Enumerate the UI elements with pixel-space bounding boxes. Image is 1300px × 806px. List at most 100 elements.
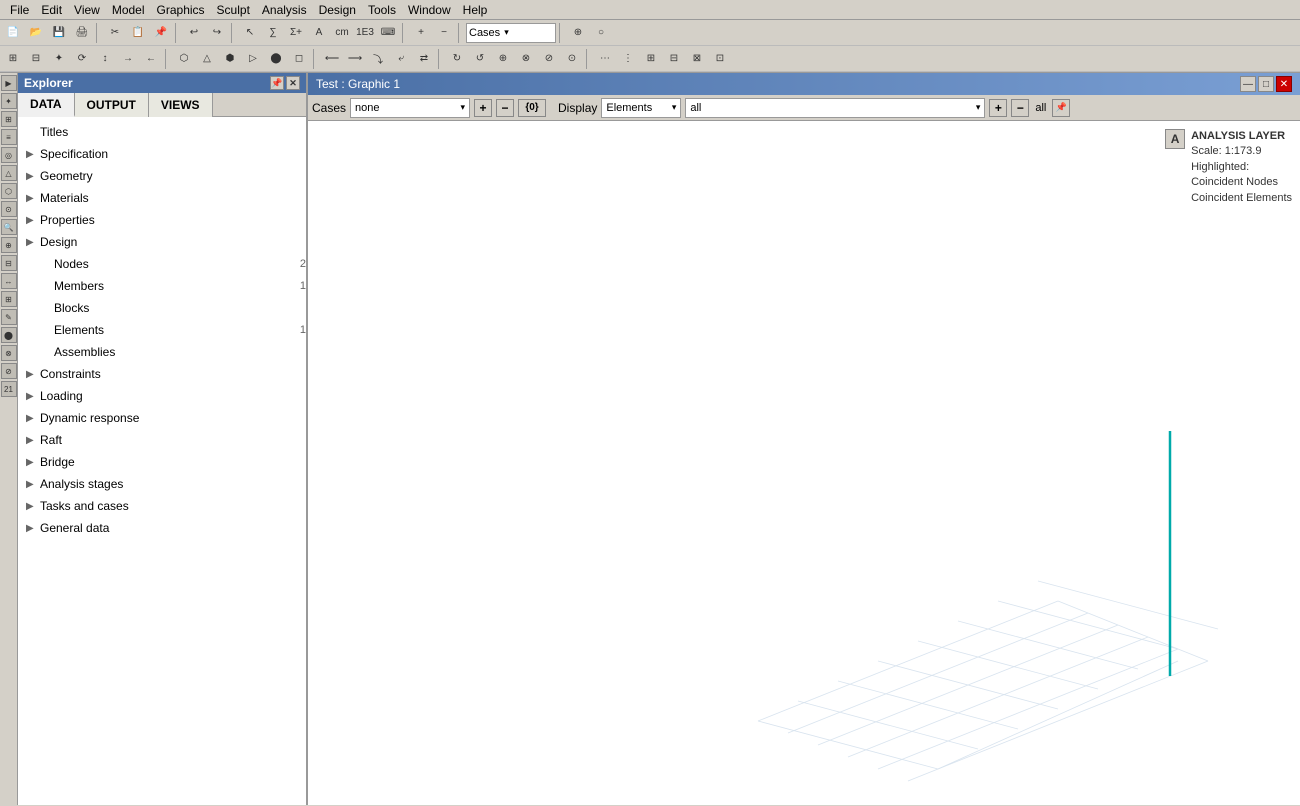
graphic-minimize-btn[interactable]: — <box>1240 76 1256 92</box>
tree-analysis-stages[interactable]: ▶ Analysis stages <box>18 473 306 495</box>
tb2-5[interactable]: ↕ <box>94 48 116 70</box>
tb2-29[interactable]: ⊠ <box>686 48 708 70</box>
tb-new[interactable]: 📄 <box>2 22 24 44</box>
tb-b1[interactable]: ∑ <box>262 22 284 44</box>
tree-constraints[interactable]: ▶ Constraints <box>18 363 306 385</box>
graphic-maximize-btn[interactable]: □ <box>1258 76 1274 92</box>
tree-design[interactable]: ▶ Design <box>18 231 306 253</box>
menu-model[interactable]: Model <box>106 3 151 17</box>
iconbar-6[interactable]: △ <box>1 165 17 181</box>
iconbar-11[interactable]: ⊟ <box>1 255 17 271</box>
tab-views[interactable]: VIEWS <box>149 93 213 117</box>
tb-extra2[interactable]: ○ <box>590 22 612 44</box>
toolbar-dropdown-beam[interactable]: Cases ▾ <box>466 23 556 43</box>
tree-specification[interactable]: ▶ Specification <box>18 143 306 165</box>
menu-analysis[interactable]: Analysis <box>256 3 313 17</box>
tb-b2[interactable]: Σ+ <box>285 22 307 44</box>
tb2-23[interactable]: ⊘ <box>538 48 560 70</box>
tb2-6[interactable]: → <box>117 48 139 70</box>
iconbar-18[interactable]: 21 <box>1 381 17 397</box>
tb2-22[interactable]: ⊗ <box>515 48 537 70</box>
tb-cut[interactable]: ✂ <box>104 22 126 44</box>
all-pin-btn[interactable]: 📌 <box>1052 99 1070 117</box>
tb2-27[interactable]: ⊞ <box>640 48 662 70</box>
iconbar-5[interactable]: ◎ <box>1 147 17 163</box>
tb-paste[interactable]: 📌 <box>150 22 172 44</box>
tree-nodes[interactable]: Nodes 2 <box>18 253 306 275</box>
graphic-close-btn[interactable]: ✕ <box>1276 76 1292 92</box>
tree-dynamic-response[interactable]: ▶ Dynamic response <box>18 407 306 429</box>
explorer-close-btn[interactable]: ✕ <box>286 76 300 90</box>
iconbar-7[interactable]: ⬡ <box>1 183 17 199</box>
tb2-1[interactable]: ⊞ <box>2 48 24 70</box>
iconbar-10[interactable]: ⊕ <box>1 237 17 253</box>
iconbar-2[interactable]: ✦ <box>1 93 17 109</box>
tb-b5[interactable]: 1E3 <box>354 22 376 44</box>
all-add-btn[interactable]: + <box>989 99 1007 117</box>
tree-loading[interactable]: ▶ Loading <box>18 385 306 407</box>
menu-help[interactable]: Help <box>457 3 494 17</box>
cases-add-btn[interactable]: + <box>474 99 492 117</box>
all-dropdown[interactable]: all ▾ <box>685 98 985 118</box>
tb-zoom-out[interactable]: − <box>433 22 455 44</box>
iconbar-9[interactable]: 🔍 <box>1 219 17 235</box>
tree-raft[interactable]: ▶ Raft <box>18 429 306 451</box>
viewport[interactable]: A ANALYSIS LAYER Scale: 1:173.9 Highligh… <box>308 121 1300 805</box>
tb-b4[interactable]: cm <box>331 22 353 44</box>
iconbar-14[interactable]: ✎ <box>1 309 17 325</box>
tree-properties[interactable]: ▶ Properties <box>18 209 306 231</box>
tb2-26[interactable]: ⋮ <box>617 48 639 70</box>
menu-window[interactable]: Window <box>402 3 457 17</box>
tb2-24[interactable]: ⊙ <box>561 48 583 70</box>
tb-undo[interactable]: ↩ <box>183 22 205 44</box>
tb2-7[interactable]: ← <box>140 48 162 70</box>
tb2-3[interactable]: ✦ <box>48 48 70 70</box>
cases-options-btn[interactable]: {0} <box>518 99 546 117</box>
iconbar-12[interactable]: ↔ <box>1 273 17 289</box>
tree-titles[interactable]: Titles <box>18 121 306 143</box>
menu-tools[interactable]: Tools <box>362 3 402 17</box>
display-dropdown[interactable]: Elements ▾ <box>601 98 681 118</box>
tb-extra1[interactable]: ⊕ <box>567 22 589 44</box>
tree-assemblies[interactable]: Assemblies <box>18 341 306 363</box>
tb-zoom-in[interactable]: + <box>410 22 432 44</box>
tb2-19[interactable]: ↻ <box>446 48 468 70</box>
menu-edit[interactable]: Edit <box>35 3 68 17</box>
iconbar-15[interactable]: ⬤ <box>1 327 17 343</box>
tb-print[interactable]: 🖨 <box>71 22 93 44</box>
tree-general-data[interactable]: ▶ General data <box>18 517 306 539</box>
tb2-11[interactable]: ▷ <box>242 48 264 70</box>
cases-dropdown[interactable]: none ▾ <box>350 98 470 118</box>
tab-output[interactable]: OUTPUT <box>75 93 149 117</box>
iconbar-4[interactable]: ≡ <box>1 129 17 145</box>
iconbar-17[interactable]: ⊘ <box>1 363 17 379</box>
tb2-17[interactable]: ⤶ <box>390 48 412 70</box>
menu-sculpt[interactable]: Sculpt <box>211 3 256 17</box>
tree-members[interactable]: Members 1 <box>18 275 306 297</box>
iconbar-3[interactable]: ⊞ <box>1 111 17 127</box>
menu-graphics[interactable]: Graphics <box>151 3 211 17</box>
menu-file[interactable]: File <box>4 3 35 17</box>
menu-design[interactable]: Design <box>313 3 362 17</box>
tb2-9[interactable]: △ <box>196 48 218 70</box>
tb-save[interactable]: 💾 <box>48 22 70 44</box>
tree-blocks[interactable]: Blocks <box>18 297 306 319</box>
tb-redo[interactable]: ↪ <box>206 22 228 44</box>
tb2-18[interactable]: ⇄ <box>413 48 435 70</box>
explorer-pin-btn[interactable]: 📌 <box>270 76 284 90</box>
tree-elements[interactable]: Elements 1 <box>18 319 306 341</box>
tb2-8[interactable]: ⬡ <box>173 48 195 70</box>
tb2-28[interactable]: ⊟ <box>663 48 685 70</box>
tb2-16[interactable]: ⤵ <box>367 48 389 70</box>
tb-select[interactable]: ↖ <box>239 22 261 44</box>
iconbar-8[interactable]: ⊙ <box>1 201 17 217</box>
tb2-4[interactable]: ⟳ <box>71 48 93 70</box>
tb2-12[interactable]: ⬤ <box>265 48 287 70</box>
tb2-2[interactable]: ⊟ <box>25 48 47 70</box>
cases-remove-btn[interactable]: − <box>496 99 514 117</box>
iconbar-13[interactable]: ⊞ <box>1 291 17 307</box>
tab-data[interactable]: DATA <box>18 93 75 117</box>
tb2-14[interactable]: ⟵ <box>321 48 343 70</box>
tree-bridge[interactable]: ▶ Bridge <box>18 451 306 473</box>
tb2-15[interactable]: ⟶ <box>344 48 366 70</box>
